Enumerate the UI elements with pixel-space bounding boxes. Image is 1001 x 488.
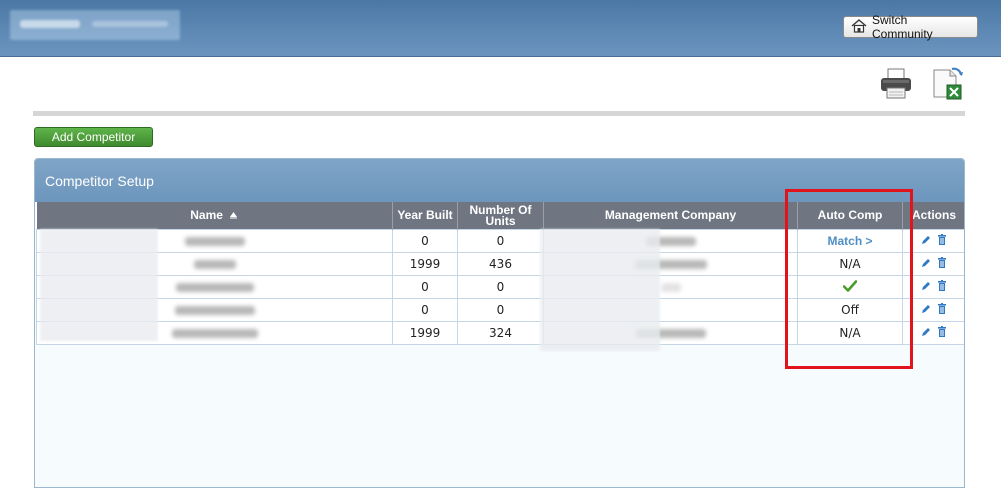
actions-cell <box>902 229 964 253</box>
units-cell: 0 <box>457 275 544 299</box>
community-name-blurred <box>10 10 180 40</box>
table-row[interactable]: 0 0 Off <box>36 298 964 322</box>
top-header: Switch Community <box>0 0 1001 57</box>
table-row[interactable]: 0 0 Match > <box>36 229 964 253</box>
auto-comp-cell: Match > <box>797 229 903 253</box>
year-built-cell: 1999 <box>392 321 458 345</box>
actions-cell <box>902 252 964 276</box>
units-cell: 436 <box>457 252 544 276</box>
competitor-table: Name Year Built Number Of Units Manageme… <box>36 202 964 345</box>
column-header-number-of-units: Number Of Units <box>457 202 544 230</box>
delete-icon[interactable] <box>937 234 947 248</box>
delete-icon[interactable] <box>937 280 947 294</box>
switch-community-label: Switch Community <box>872 13 933 41</box>
column-header-auto-comp: Auto Comp <box>797 202 903 230</box>
delete-icon[interactable] <box>937 326 947 340</box>
competitor-setup-panel: Competitor Setup Name Year Built Number … <box>34 158 965 488</box>
checkmark-icon <box>842 279 858 295</box>
panel-title: Competitor Setup <box>35 159 964 202</box>
year-built-cell: 0 <box>392 298 458 322</box>
actions-cell <box>902 321 964 345</box>
auto-comp-cell: N/A <box>797 252 903 276</box>
management-column-redaction <box>540 229 660 351</box>
column-header-management-company: Management Company <box>543 202 798 230</box>
edit-icon[interactable] <box>921 326 931 340</box>
actions-cell <box>902 298 964 322</box>
column-header-year-built: Year Built <box>392 202 458 230</box>
edit-icon[interactable] <box>921 234 931 248</box>
units-cell: 0 <box>457 229 544 253</box>
units-cell: 0 <box>457 298 544 322</box>
auto-comp-cell: Off <box>797 298 903 322</box>
delete-icon[interactable] <box>937 303 947 317</box>
edit-icon[interactable] <box>921 303 931 317</box>
sort-ascending-icon <box>229 210 238 221</box>
auto-comp-cell <box>797 275 903 299</box>
column-header-actions: Actions <box>902 202 964 230</box>
year-built-cell: 0 <box>392 229 458 253</box>
switch-community-button[interactable]: Switch Community <box>843 13 978 41</box>
actions-cell <box>902 275 964 299</box>
edit-icon[interactable] <box>921 257 931 271</box>
name-column-redaction <box>40 229 158 341</box>
delete-icon[interactable] <box>937 257 947 271</box>
year-built-cell: 0 <box>392 275 458 299</box>
table-header-row: Name Year Built Number Of Units Manageme… <box>36 202 964 230</box>
print-icon[interactable] <box>879 67 913 101</box>
edit-icon[interactable] <box>921 280 931 294</box>
year-built-cell: 1999 <box>392 252 458 276</box>
home-icon <box>851 18 867 36</box>
table-row[interactable]: 1999 436 N/A <box>36 252 964 276</box>
excel-export-icon[interactable] <box>930 66 966 102</box>
table-row[interactable]: 1999 324 N/A <box>36 321 964 345</box>
table-row[interactable]: 0 0 <box>36 275 964 299</box>
add-competitor-button[interactable]: Add Competitor <box>34 127 153 147</box>
match-link[interactable]: Match > <box>827 234 872 248</box>
auto-comp-cell: N/A <box>797 321 903 345</box>
divider <box>33 111 965 116</box>
column-header-name[interactable]: Name <box>36 202 393 230</box>
units-cell: 324 <box>457 321 544 345</box>
